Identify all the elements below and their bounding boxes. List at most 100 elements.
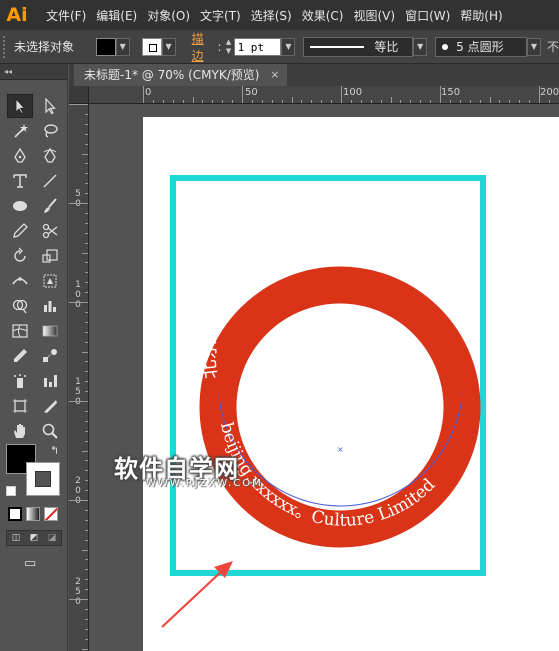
slice-tool-icon[interactable] <box>37 394 63 418</box>
watermark-url: WWW.RJZXW.COM <box>146 478 263 489</box>
ruler-tick <box>85 282 88 284</box>
ruler-tick <box>261 100 263 103</box>
draw-behind-icon[interactable]: ◩ <box>30 533 39 543</box>
stroke-swatch[interactable] <box>141 37 162 56</box>
hand-tool-icon[interactable] <box>7 419 33 443</box>
control-bar: 未选择对象 ▼ ▼ 描边 : ▲ ▼ 1 pt ▼ 等比 ▼ 5 点圆形 ▼ 不 <box>0 30 559 64</box>
eyedropper-tool-icon[interactable] <box>7 344 33 368</box>
horizontal-ruler[interactable]: 0 50 100 150 200 <box>89 86 559 104</box>
document-tab[interactable]: 未标题-1* @ 70% (CMYK/预览) × <box>74 64 288 86</box>
ruler-tick <box>85 410 88 412</box>
close-tab-icon[interactable]: × <box>270 64 279 86</box>
menu-window[interactable]: 窗口(W) <box>405 7 460 24</box>
draw-normal-icon[interactable]: ◫ <box>12 533 21 543</box>
color-mode-icon[interactable] <box>8 507 22 521</box>
brush-definition[interactable]: 5 点圆形 <box>435 36 527 57</box>
profile-label: 等比 <box>374 40 399 54</box>
ruler-tick <box>85 589 88 591</box>
ruler-origin[interactable] <box>69 86 89 104</box>
menu-view[interactable]: 视图(V) <box>353 7 405 24</box>
brush-dropdown[interactable]: ▼ <box>526 37 541 56</box>
ruler-label: 0 <box>145 87 152 98</box>
vertical-ruler[interactable]: 50 100 150 200 250 <box>69 104 89 651</box>
selection-tool-icon[interactable] <box>7 94 33 118</box>
direct-selection-tool-icon[interactable] <box>37 94 63 118</box>
bar-graph-tool-icon[interactable] <box>37 369 63 393</box>
opacity-label[interactable]: 不 <box>547 38 559 55</box>
screen-mode-icon[interactable]: ▭ <box>24 556 46 572</box>
type-tool-icon[interactable] <box>7 169 33 193</box>
none-mode-icon[interactable] <box>44 507 58 521</box>
ruler-tick <box>222 100 224 103</box>
line-segment-tool-icon[interactable] <box>37 169 63 193</box>
menu-edit[interactable]: 编辑(E) <box>96 7 147 24</box>
menu-select[interactable]: 选择(S) <box>251 7 302 24</box>
document-tab-title: 未标题-1* @ 70% (CMYK/预览) <box>84 68 260 82</box>
illustrator-logo: Ai <box>6 4 28 26</box>
profile-dropdown[interactable]: ▼ <box>413 37 428 56</box>
width-tool-icon[interactable] <box>7 269 33 293</box>
symbol-sprayer-tool-icon[interactable] <box>7 369 33 393</box>
menu-type[interactable]: 文字(T) <box>200 7 251 24</box>
panel-grip[interactable] <box>3 35 11 58</box>
ruler-tick <box>360 100 362 103</box>
default-colors-icon[interactable] <box>6 486 16 496</box>
ruler-tick <box>85 391 88 393</box>
free-transform-tool-icon[interactable] <box>37 269 63 293</box>
artboard-tool-icon[interactable] <box>7 394 33 418</box>
ruler-tick <box>85 539 88 541</box>
canvas-area[interactable]: × 北京xxxxxxxx文化传播有限公司 beijing.xxxxxx。Cult… <box>90 105 559 651</box>
magic-wand-tool-icon[interactable] <box>7 119 33 143</box>
stroke-label[interactable]: 描边 <box>192 30 216 64</box>
ruler-tick <box>341 86 342 103</box>
ruler-label: 50 <box>245 87 258 98</box>
pen-tool-icon[interactable] <box>7 144 33 168</box>
menu-object[interactable]: 对象(O) <box>147 7 200 24</box>
stroke-dropdown[interactable]: ▼ <box>161 37 176 56</box>
document-tabs: 未标题-1* @ 70% (CMYK/预览) × <box>69 64 559 86</box>
menu-effect[interactable]: 效果(C) <box>302 7 354 24</box>
mesh-tool-icon[interactable] <box>7 319 33 343</box>
ruler-tick <box>390 97 392 103</box>
ruler-tick <box>85 628 88 630</box>
fill-stroke-widget[interactable]: ↰ <box>6 444 62 506</box>
stroke-spinner[interactable]: ▲ ▼ <box>224 38 234 56</box>
scissors-tool-icon[interactable] <box>37 219 63 243</box>
ruler-tick <box>370 100 372 103</box>
ellipse-tool-icon[interactable] <box>7 194 33 218</box>
pencil-tool-icon[interactable] <box>7 219 33 243</box>
curvature-tool-icon[interactable] <box>37 144 63 168</box>
stroke-weight-dropdown[interactable]: ▼ <box>281 37 296 56</box>
swap-fill-stroke-icon[interactable]: ↰ <box>50 444 59 457</box>
ruler-label: 100 <box>343 87 363 98</box>
lasso-tool-icon[interactable] <box>37 119 63 143</box>
ruler-tick <box>85 638 88 640</box>
variable-width-profile[interactable]: 等比 <box>303 36 414 57</box>
ruler-tick <box>82 549 88 551</box>
menu-file[interactable]: 文件(F) <box>46 7 96 24</box>
ruler-tick <box>85 341 88 343</box>
fill-dropdown[interactable]: ▼ <box>115 37 130 56</box>
ruler-tick <box>321 100 323 103</box>
tools-panel-header[interactable]: ◂◂ <box>0 64 67 80</box>
zoom-tool-icon[interactable] <box>37 419 63 443</box>
ruler-tick <box>85 579 88 581</box>
column-graph-tool-icon[interactable] <box>37 294 63 318</box>
ruler-tick <box>410 100 412 103</box>
scale-tool-icon[interactable] <box>37 244 63 268</box>
stroke-color-swatch[interactable] <box>26 462 60 496</box>
menu-help[interactable]: 帮助(H) <box>460 7 512 24</box>
ruler-tick <box>85 193 88 195</box>
gradient-mode-icon[interactable] <box>26 507 40 521</box>
rotate-tool-icon[interactable] <box>7 244 33 268</box>
gradient-tool-icon[interactable] <box>37 319 63 343</box>
brush-label: 5 点圆形 <box>456 40 504 54</box>
ruler-tick <box>85 321 88 323</box>
shape-builder-tool-icon[interactable] <box>7 294 33 318</box>
stroke-weight-input[interactable]: 1 pt <box>233 37 282 56</box>
ruler-tick <box>152 100 154 103</box>
fill-swatch[interactable] <box>95 37 116 56</box>
paintbrush-tool-icon[interactable] <box>37 194 63 218</box>
draw-inside-icon[interactable]: ◪ <box>48 533 57 543</box>
blend-tool-icon[interactable] <box>37 344 63 368</box>
